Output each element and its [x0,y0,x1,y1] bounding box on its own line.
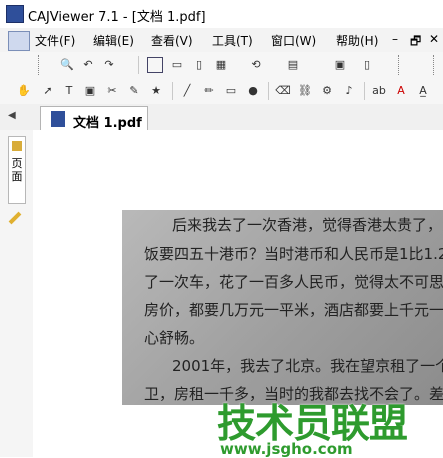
hand-tool-icon[interactable]: ✋ [15,82,33,100]
window-title: CAJViewer 7.1 - [文档 1.pdf] [28,10,206,25]
toolbar-separator [172,82,173,100]
undo-icon[interactable]: ↶ [79,56,97,74]
document-page-image: 后来我去了一次香港，觉得香港太贵了，怎么 饭要四五十港币？当时港币和人民币是1比… [122,210,443,405]
restore-button[interactable]: 🗗 [410,32,421,53]
toolbar-grip[interactable] [433,55,440,75]
tab-scroll-left-icon[interactable]: ◀ [8,110,16,121]
rotate-icon[interactable]: ⟲ [247,56,265,74]
side-panel: 页面 [0,130,34,457]
find-icon[interactable]: 🔍 [58,56,76,74]
minimize-button[interactable]: – [392,32,398,46]
audio-icon[interactable]: ♪ [340,82,358,100]
blank-page-icon[interactable]: ▯ [358,56,376,74]
pdf-icon [51,111,65,127]
link-icon[interactable]: ⛓ [296,82,314,100]
eraser-icon[interactable]: ⌫ [274,82,292,100]
single-page-icon[interactable] [146,56,164,74]
menu-tools[interactable]: 工具(T) [212,32,253,49]
pages-panel-label: 页面 [11,157,23,183]
close-button[interactable]: ✕ [429,32,439,46]
menu-window[interactable]: 窗口(W) [271,32,316,49]
redo-icon[interactable]: ↷ [100,56,118,74]
menu-file[interactable]: 文件(F) [35,32,75,49]
menu-view[interactable]: 查看(V) [151,32,193,49]
menu-help[interactable]: 帮助(H) [336,32,378,49]
app-icon [6,5,24,23]
tab-label: 文档 1.pdf [73,116,142,131]
toolbar-grip[interactable] [38,55,45,75]
title-bar: CAJViewer 7.1 - [文档 1.pdf] [0,0,443,29]
pages-icon [12,141,22,151]
page-text-line: 心舒畅。 [144,329,205,347]
watermark-url: www.jsgho.com [220,440,353,458]
text-select-icon[interactable]: T [60,82,78,100]
ellipse-tool-icon[interactable]: ● [244,82,262,100]
toolbar-grip[interactable] [398,55,405,75]
select-arrow-icon[interactable]: ➚ [39,82,57,100]
tools-toolbar: ✋ ➚ T ▣ ✂ ✎ ★ ╱ ✏ ▭ ● ⌫ ⛓ ⚙ ♪ ab A A̲ [0,78,443,105]
toolbar-separator [138,56,139,74]
grid-page-icon[interactable]: ▦ [212,56,230,74]
document-menu-icon[interactable] [8,31,30,51]
line-tool-icon[interactable]: ╱ [178,82,196,100]
toolbar-separator [364,82,365,100]
tab-document[interactable]: 文档 1.pdf [40,106,148,131]
facing-page-icon[interactable]: ▯ [190,56,208,74]
layout-icon[interactable]: ▤ [284,56,302,74]
snapshot-icon[interactable]: ✂ [103,82,121,100]
menu-bar: 文件(F) 编辑(E) 查看(V) 工具(T) 窗口(W) 帮助(H) – 🗗 … [0,28,443,53]
document-tab-bar: ◀ 文档 1.pdf [0,104,443,131]
page-text-line: 房价，都要几万元一平米，酒店都要上千元一天，因 [144,301,443,319]
pencil-tool-icon[interactable]: ✏ [200,82,218,100]
full-screen-icon[interactable]: ▣ [331,56,349,74]
rectangle-tool-icon[interactable]: ▭ [222,82,240,100]
ocr-icon[interactable]: ✎ [125,82,143,100]
bookmark-icon[interactable]: ★ [147,82,165,100]
settings-icon[interactable]: ⚙ [318,82,336,100]
menu-edit[interactable]: 编辑(E) [93,32,134,49]
toolbar-separator [268,82,269,100]
page-text-line: 2001年，我去了北京。我在望京租了一个房子， [172,357,443,375]
page-text-line: 了一次车，花了一百多人民币，觉得太不可思议了。 [144,273,443,291]
page-text-line: 后来我去了一次香港，觉得香港太贵了，怎么 [172,216,443,234]
highlight-icon[interactable]: ab [370,82,388,100]
underline-icon[interactable]: A̲ [414,82,432,100]
continuous-page-icon[interactable]: ▭ [168,56,186,74]
annotation-panel-icon[interactable] [8,210,24,226]
pages-panel-tab[interactable]: 页面 [8,136,26,204]
text-color-icon[interactable]: A [392,82,410,100]
page-text-line: 饭要四五十港币？当时港币和人民币是1比1.2左右。 [144,245,443,263]
main-toolbar: 🔍 ↶ ↷ ▭ ▯ ▦ ⟲ ▤ ▣ ▯ [0,52,443,79]
image-select-icon[interactable]: ▣ [81,82,99,100]
